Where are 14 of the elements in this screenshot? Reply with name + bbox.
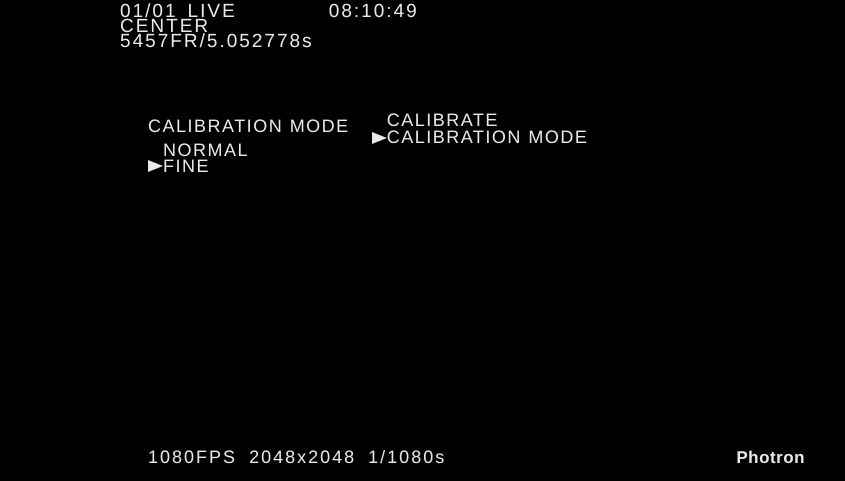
mode-text: LIVE	[188, 4, 237, 19]
time-text: 08:10:49	[328, 4, 419, 19]
menu-option[interactable]: NORMAL	[163, 142, 250, 158]
frame-rate-text: 1080FPS	[148, 446, 238, 469]
menu-path-item[interactable]: CALIBRATE	[386, 112, 499, 129]
resolution-text: 2048x2048	[249, 446, 356, 469]
menu-option[interactable]: FINE	[163, 158, 210, 174]
shutter-text: 1/1080s	[368, 446, 446, 469]
brand-logo: Photron	[736, 446, 805, 469]
date-text: 01/01	[120, 4, 178, 19]
menu-path-item[interactable]: CALIBRATION MODE	[386, 129, 588, 146]
menu-title: CALIBRATION MODE	[148, 115, 350, 136]
frame-counter: 5457FR/5.052778s	[120, 34, 314, 49]
trigger-text: CENTER	[120, 19, 210, 34]
